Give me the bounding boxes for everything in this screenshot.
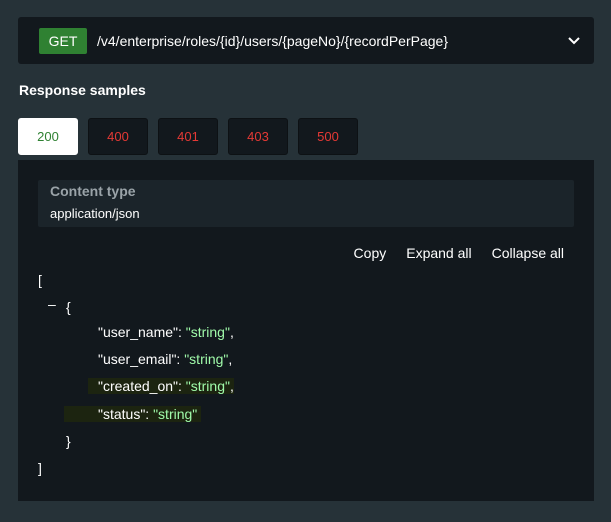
json-close-object: }: [66, 433, 71, 449]
sample-actions: Copy Expand all Collapse all: [354, 245, 564, 261]
http-method-badge: GET: [39, 27, 87, 54]
response-sample-panel: Content type application/json Copy Expan…: [18, 160, 594, 501]
tab-200[interactable]: 200: [18, 118, 78, 155]
json-field-row: "user_name": "string",: [98, 324, 234, 340]
tab-401[interactable]: 401: [158, 118, 218, 155]
endpoint-bar[interactable]: GET /v4/enterprise/roles/{id}/users/{pag…: [18, 17, 594, 64]
json-value: "string": [153, 406, 198, 422]
content-type-box: Content type application/json: [38, 180, 574, 227]
collapse-toggle[interactable]: –: [48, 296, 56, 312]
json-open-array: [: [38, 272, 42, 288]
expand-all-button[interactable]: Expand all: [406, 245, 471, 261]
collapse-all-button[interactable]: Collapse all: [492, 245, 564, 261]
copy-button[interactable]: Copy: [354, 245, 387, 261]
json-field-row: "status": "string": [64, 406, 202, 422]
response-samples-title: Response samples: [19, 82, 146, 98]
json-close-array: ]: [38, 460, 42, 476]
json-key: "user_email": [98, 351, 177, 367]
json-value: "string": [184, 351, 229, 367]
json-key: "status": [98, 406, 146, 422]
endpoint-path: /v4/enterprise/roles/{id}/users/{pageNo}…: [97, 32, 449, 49]
content-type-label: Content type: [50, 183, 136, 199]
chevron-down-icon[interactable]: [562, 29, 586, 53]
json-field-row: "created_on": "string",: [88, 378, 234, 394]
tab-400[interactable]: 400: [88, 118, 148, 155]
tab-403[interactable]: 403: [228, 118, 288, 155]
response-status-tabs: 200 400 401 403 500: [18, 118, 358, 155]
json-field-row: "user_email": "string",: [98, 351, 233, 367]
json-key: "created_on": [98, 378, 178, 394]
json-value: "string": [185, 324, 230, 340]
json-open-object: {: [66, 299, 71, 315]
content-type-value: application/json: [50, 206, 140, 221]
json-value: "string": [185, 378, 230, 394]
json-key: "user_name": [98, 324, 178, 340]
tab-500[interactable]: 500: [298, 118, 358, 155]
